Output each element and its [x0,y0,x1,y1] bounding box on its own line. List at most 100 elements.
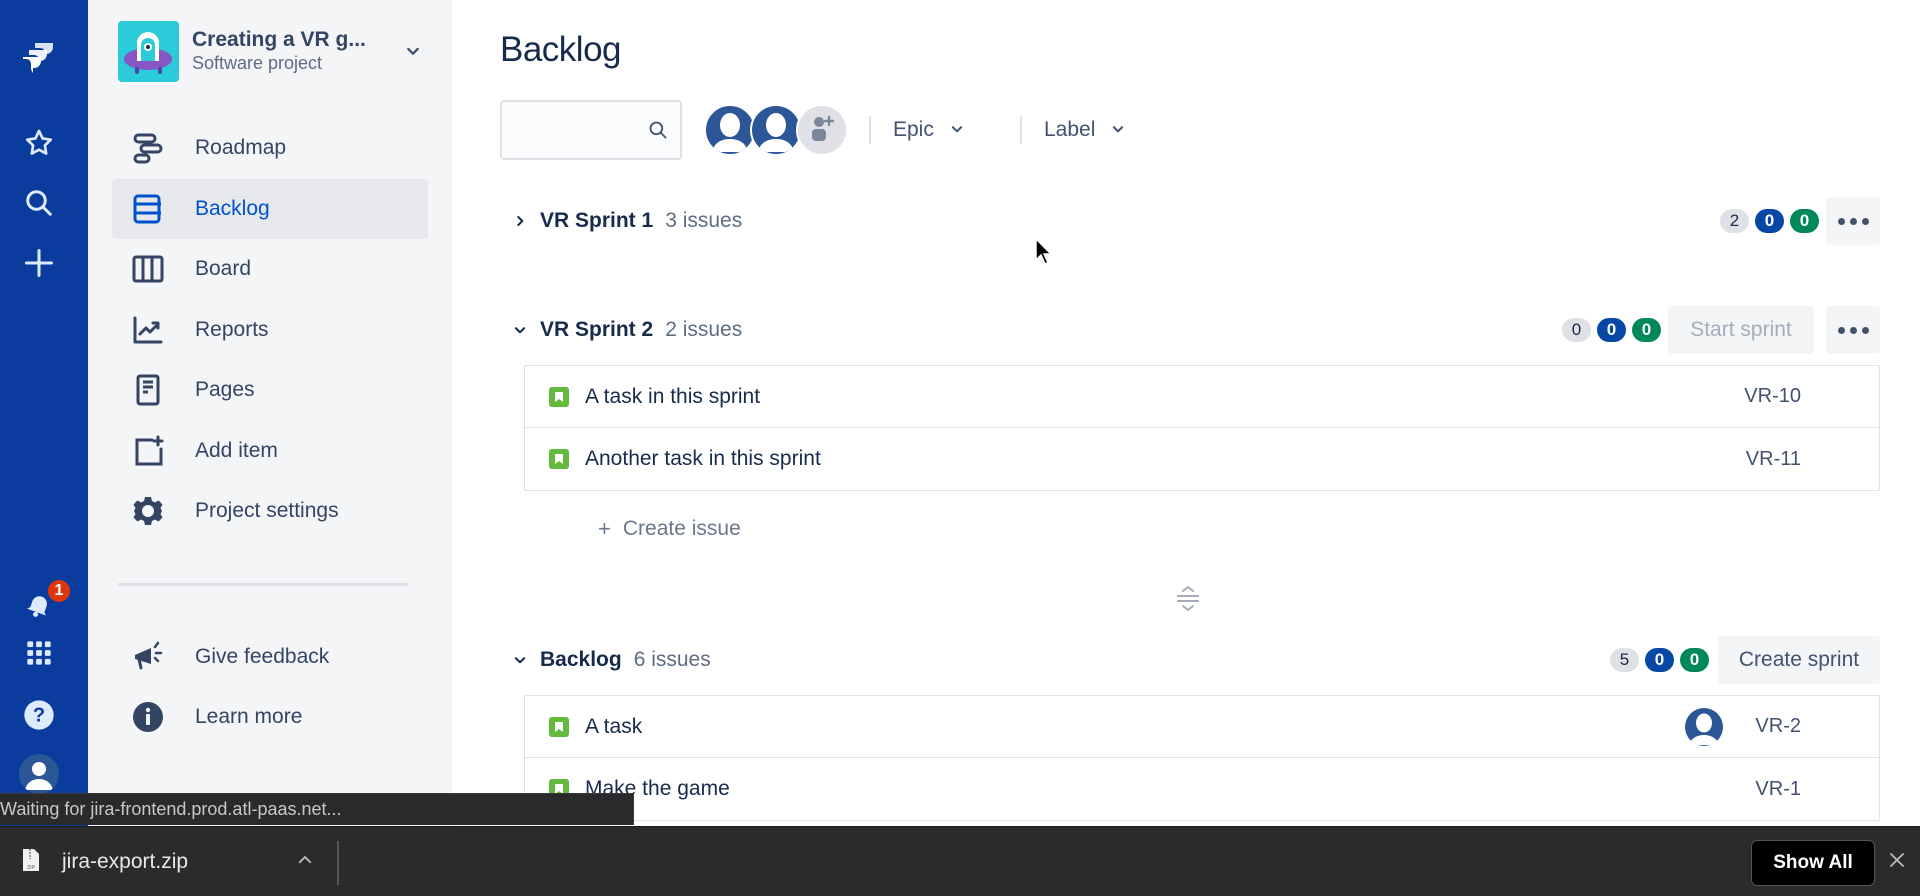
zip-file-icon: ZIP [22,848,40,877]
assignee-avatar[interactable] [1685,707,1723,746]
reports-icon [128,310,168,350]
todo-count-badge: 0 [1562,318,1591,342]
chevron-down-icon[interactable] [510,650,530,670]
more-icon [1837,217,1869,225]
sprint-name: VR Sprint 1 [540,209,654,232]
sidebar-item-give-feedback[interactable]: Give feedback [112,627,428,687]
download-bar: ZIP jira-export.zip Show All [0,826,1920,896]
sidebar-item-reports[interactable]: Reports [112,300,428,360]
backlog-issue-count: 6 issues [633,648,711,671]
issue-summary: Another task in this sprint [585,447,821,470]
project-switcher[interactable]: Creating a VR g... Software project [118,20,428,82]
backlog-header[interactable]: Backlog 6 issues [510,640,711,680]
assignee-filter-avatar[interactable] [750,104,802,156]
star-icon[interactable] [18,122,60,164]
svg-text:ZIP: ZIP [27,865,35,871]
project-name: Creating a VR g... [192,28,366,51]
help-icon[interactable]: ? [18,694,60,736]
jira-logo-icon[interactable] [18,36,60,78]
label-filter-dropdown[interactable]: Label [1044,112,1125,148]
roadmap-icon [128,128,168,168]
sprint-status-pills: 2 0 0 [1720,209,1819,233]
plus-icon: + [598,516,611,541]
search-field[interactable] [500,100,682,160]
filter-separator [1020,116,1022,144]
search-icon[interactable] [18,182,60,224]
create-issue-label: Create issue [622,517,741,540]
assignee-filter-avatar[interactable] [704,104,756,156]
chevron-up-icon[interactable] [296,851,314,874]
search-input[interactable] [502,102,642,158]
add-person-icon [808,114,836,147]
chevron-down-icon[interactable] [510,320,530,340]
issue-summary: A task in this sprint [585,384,761,408]
create-plus-icon[interactable] [18,242,60,284]
app-switcher-icon[interactable] [18,632,60,674]
close-icon[interactable] [1888,851,1906,874]
backlog-icon [128,189,168,229]
issue-row[interactable]: Make the game VR-1 [525,758,1879,820]
issue-key[interactable]: VR-2 [1755,715,1801,738]
sidebar-item-pages[interactable]: Pages [112,360,428,420]
search-icon [648,120,668,145]
issue-key[interactable]: VR-1 [1755,778,1801,801]
sidebar-item-label: Reports [195,318,269,341]
sidebar-item-label: Learn more [195,705,303,728]
chevron-right-icon[interactable] [510,211,530,231]
epic-filter-dropdown[interactable]: Epic [893,112,964,148]
download-item[interactable]: ZIP jira-export.zip [22,827,188,896]
sidebar-item-label: Give feedback [195,645,330,668]
sprint-more-actions-button[interactable] [1826,197,1880,245]
backlog-issue-list: A task VR-2 Make the game VR-1 [524,695,1880,821]
sidebar-item-label: Add item [195,439,278,462]
in-progress-count-badge: 0 [1597,318,1626,342]
sidebar-item-label: Roadmap [195,136,287,159]
sidebar-item-backlog[interactable]: Backlog [112,179,428,239]
backlog-status-pills: 5 0 0 [1610,648,1709,672]
profile-avatar-icon[interactable] [19,754,59,794]
chevron-down-icon[interactable] [398,36,428,66]
board-icon [128,249,168,289]
sidebar-item-project-settings[interactable]: Project settings [112,481,428,541]
done-count-badge: 0 [1790,209,1819,233]
create-sprint-button[interactable]: Create sprint [1718,636,1880,684]
issue-summary: A task [585,714,643,738]
issue-key[interactable]: VR-10 [1744,385,1801,408]
sprint-name: VR Sprint 2 [540,318,654,341]
download-separator [337,841,339,885]
add-people-button[interactable] [796,104,848,156]
sprint-more-actions-button[interactable] [1826,306,1880,354]
sidebar-item-roadmap[interactable]: Roadmap [112,118,428,178]
pages-icon [128,370,168,410]
sprint-header[interactable]: VR Sprint 1 3 issues [510,201,742,241]
sprint-header[interactable]: VR Sprint 2 2 issues [510,310,742,350]
story-type-icon [549,386,569,407]
project-avatar [118,20,179,82]
chevron-down-icon [1111,118,1125,142]
issue-row[interactable]: A task VR-2 [525,696,1879,758]
sidebar-item-learn-more[interactable]: Learn more [112,687,428,747]
gear-icon [128,491,168,531]
in-progress-count-badge: 0 [1645,648,1674,672]
mouse-cursor-icon [1035,237,1055,271]
svg-text:?: ? [33,705,45,727]
start-sprint-button[interactable]: Start sprint [1668,306,1814,354]
more-icon [1837,326,1869,334]
sidebar-item-label: Backlog [195,197,270,220]
sidebar-item-label: Pages [195,378,255,401]
main-content: Backlog Epic Label VR Sprint 1 3 issues … [452,0,1920,826]
story-type-icon [549,716,569,737]
issue-key[interactable]: VR-11 [1746,448,1801,471]
add-item-icon [128,431,168,471]
sidebar-item-board[interactable]: Board [112,239,428,299]
sidebar-item-add-item[interactable]: Add item [112,421,428,481]
app-window: 1 ? Creating a VR g... Software project [0,0,1920,896]
resize-handle-icon[interactable] [1174,584,1202,619]
issue-row[interactable]: Another task in this sprint VR-11 [525,428,1879,490]
create-issue-button[interactable]: + Create issue [598,516,741,542]
sprint-issue-list: A task in this sprint VR-10 Another task… [524,365,1880,491]
show-all-downloads-button[interactable]: Show All [1751,840,1875,886]
sidebar-divider [118,583,408,586]
done-count-badge: 0 [1680,648,1709,672]
issue-row[interactable]: A task in this sprint VR-10 [525,366,1879,428]
